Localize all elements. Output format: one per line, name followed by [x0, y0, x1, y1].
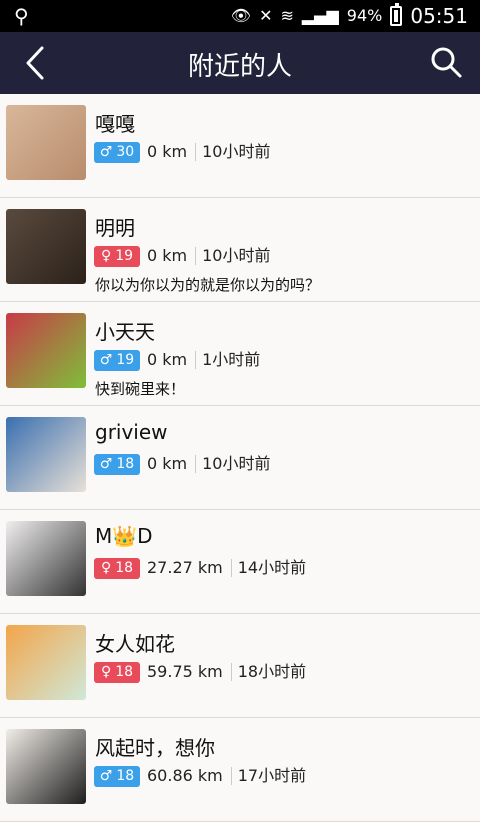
last-active-time: 18小时前 — [237, 662, 307, 681]
avatar — [6, 625, 86, 700]
gender-age-badge: ♂ 30 — [94, 141, 140, 163]
eye-icon: 👁 — [230, 6, 252, 25]
gender-age-badge: ♂ 19 — [94, 349, 140, 371]
distance: 0 km — [147, 247, 197, 265]
wifi-icon: ≋ — [280, 6, 294, 25]
age: 19 — [115, 248, 134, 264]
user-name: 小天天 — [95, 320, 155, 344]
user-name: 明明 — [95, 216, 135, 240]
page-title: 附近的人 — [187, 52, 292, 82]
user-meta: ♂ 30 0 km 10小时前 — [94, 141, 271, 163]
age: 18 — [115, 560, 134, 576]
nearby-people-list: 嘎嘎 ♂ 30 0 km 10小时前 明明 ♀ 19 0 km 10小时前 你以为你以为的就是你以为… — [0, 94, 480, 822]
signal-icon: ▂▄▆ — [301, 6, 339, 25]
gender-age-badge: ♀ 19 — [94, 245, 140, 267]
last-active-time: 14小时前 — [237, 558, 307, 577]
male-icon: ♂ — [99, 768, 113, 784]
last-active-time: 1小时前 — [202, 350, 261, 369]
avatar — [6, 521, 86, 596]
signature: 快到碗里来！ — [95, 380, 186, 398]
last-active-time: 10小时前 — [202, 246, 271, 265]
list-item[interactable]: griview ♂ 18 0 km 10小时前 — [0, 406, 480, 510]
user-name: 风起时，想你 — [95, 736, 215, 760]
status-bar: ⚲ 👁 ✕ ≋ ▂▄▆ 94% 05:51 — [0, 0, 480, 32]
list-item[interactable]: 明明 ♀ 19 0 km 10小时前你以为你以为的就是你以为的吗？ — [0, 198, 480, 302]
age: 18 — [115, 664, 134, 680]
signature: 你以为你以为的就是你以为的吗？ — [95, 276, 321, 294]
gender-age-badge: ♂ 18 — [94, 453, 140, 475]
user-meta: ♀ 19 0 km 10小时前 — [94, 245, 271, 267]
user-meta: ♀ 18 59.75 km 18小时前 — [94, 661, 306, 683]
gender-age-badge: ♀ 18 — [94, 557, 140, 579]
male-icon: ♂ — [99, 144, 113, 160]
female-icon: ♀ — [100, 664, 112, 680]
battery-percent: 94% — [346, 6, 383, 25]
user-name: griview — [95, 420, 168, 444]
male-icon: ♂ — [99, 352, 113, 368]
list-item[interactable]: 嘎嘎 ♂ 30 0 km 10小时前 — [0, 94, 480, 198]
user-name: 女人如花 — [95, 632, 175, 656]
distance: 60.86 km — [147, 767, 232, 785]
mute-icon: ✕ — [259, 6, 273, 25]
distance: 0 km — [147, 351, 197, 369]
list-item[interactable]: 风起时，想你 ♂ 18 60.86 km 17小时前 — [0, 718, 480, 822]
user-meta: ♀ 18 27.27 km 14小时前 — [94, 557, 306, 579]
top-app-bar: 附近的人 — [0, 32, 480, 94]
user-meta: ♂ 19 0 km 1小时前 — [94, 349, 260, 371]
battery-icon — [390, 3, 403, 26]
female-icon: ♀ — [100, 560, 112, 576]
age: 19 — [116, 352, 135, 368]
age: 30 — [116, 144, 135, 160]
list-item[interactable]: 小天天 ♂ 19 0 km 1小时前 快到碗里来！ — [0, 302, 480, 406]
gender-age-badge: ♂ 18 — [94, 765, 140, 787]
age: 18 — [116, 768, 135, 784]
search-icon[interactable] — [428, 44, 464, 80]
user-meta: ♂ 18 0 km 10小时前 — [94, 453, 271, 475]
clock: 05:51 — [410, 4, 468, 28]
avatar — [6, 313, 86, 388]
age: 18 — [116, 456, 135, 472]
distance: 59.75 km — [147, 663, 232, 681]
distance: 0 km — [147, 143, 197, 161]
user-meta: ♂ 18 60.86 km 17小时前 — [94, 765, 306, 787]
usb-icon: ⚲ — [14, 4, 29, 28]
user-name: M👑D — [95, 524, 153, 548]
avatar — [6, 105, 86, 180]
last-active-time: 10小时前 — [202, 454, 271, 473]
distance: 27.27 km — [147, 559, 232, 577]
distance: 0 km — [147, 455, 197, 473]
female-icon: ♀ — [100, 248, 112, 264]
list-item[interactable]: M👑D ♀ 18 27.27 km 14小时前 — [0, 510, 480, 614]
user-name: 嘎嘎 — [95, 112, 135, 136]
list-item[interactable]: 女人如花 ♀ 18 59.75 km 18小时前 — [0, 614, 480, 718]
avatar — [6, 417, 86, 492]
male-icon: ♂ — [99, 456, 113, 472]
last-active-time: 10小时前 — [202, 142, 271, 161]
avatar — [6, 209, 86, 284]
last-active-time: 17小时前 — [237, 766, 307, 785]
avatar — [6, 729, 86, 804]
gender-age-badge: ♀ 18 — [94, 661, 140, 683]
